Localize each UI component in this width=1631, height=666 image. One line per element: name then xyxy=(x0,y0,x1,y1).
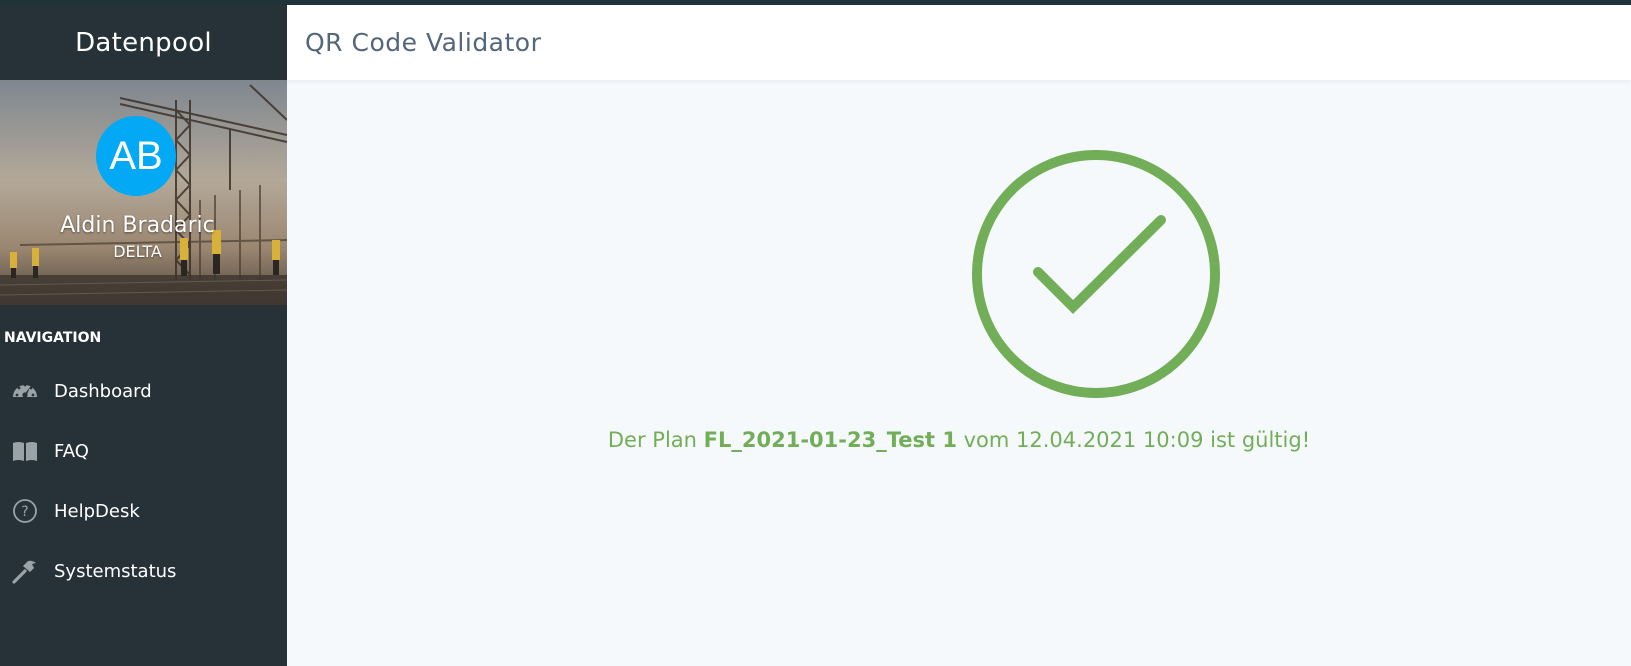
help-circle-icon: ? xyxy=(11,497,39,525)
user-avatar[interactable]: AB xyxy=(96,116,176,196)
top-header: QR Code Validator xyxy=(287,5,1631,80)
hammer-icon xyxy=(11,557,39,585)
sidebar-item-label: Systemstatus xyxy=(54,560,177,582)
sidebar-item-dashboard[interactable]: Dashboard xyxy=(0,365,287,417)
svg-text:?: ? xyxy=(21,504,28,520)
result-suffix: ist gültig! xyxy=(1203,428,1311,452)
user-organization: DELTA xyxy=(113,242,162,261)
sidebar-item-label: HelpDesk xyxy=(54,500,140,522)
sidebar-item-label: FAQ xyxy=(54,440,89,462)
sidebar-item-systemstatus[interactable]: Systemstatus xyxy=(0,545,287,597)
page-title: QR Code Validator xyxy=(305,28,542,57)
result-prefix: Der Plan xyxy=(607,428,704,452)
nav-section-heading: NAVIGATION xyxy=(4,330,102,346)
user-profile-panel: AB Aldin Bradaric DELTA xyxy=(0,80,287,305)
sidebar: Datenpool AB Aldin Bradaric DELTA NAVIGA… xyxy=(0,5,287,666)
book-icon xyxy=(11,437,39,465)
sidebar-item-helpdesk[interactable]: ? HelpDesk xyxy=(0,485,287,537)
brand-logo-text[interactable]: Datenpool xyxy=(0,5,287,80)
sidebar-item-label: Dashboard xyxy=(54,380,152,402)
checkmark-circle-icon xyxy=(970,148,1222,400)
result-middle: vom xyxy=(956,428,1017,452)
plan-name: FL_2021-01-23_Test 1 xyxy=(703,428,957,452)
dashboard-gauge-icon xyxy=(11,377,39,405)
validation-result-message: Der Plan FL_2021-01-23_Test 1 vom 12.04.… xyxy=(287,428,1631,452)
sidebar-item-faq[interactable]: FAQ xyxy=(0,425,287,477)
plan-datetime: 12.04.2021 10:09 xyxy=(1016,428,1204,452)
user-name[interactable]: Aldin Bradaric xyxy=(0,213,275,238)
